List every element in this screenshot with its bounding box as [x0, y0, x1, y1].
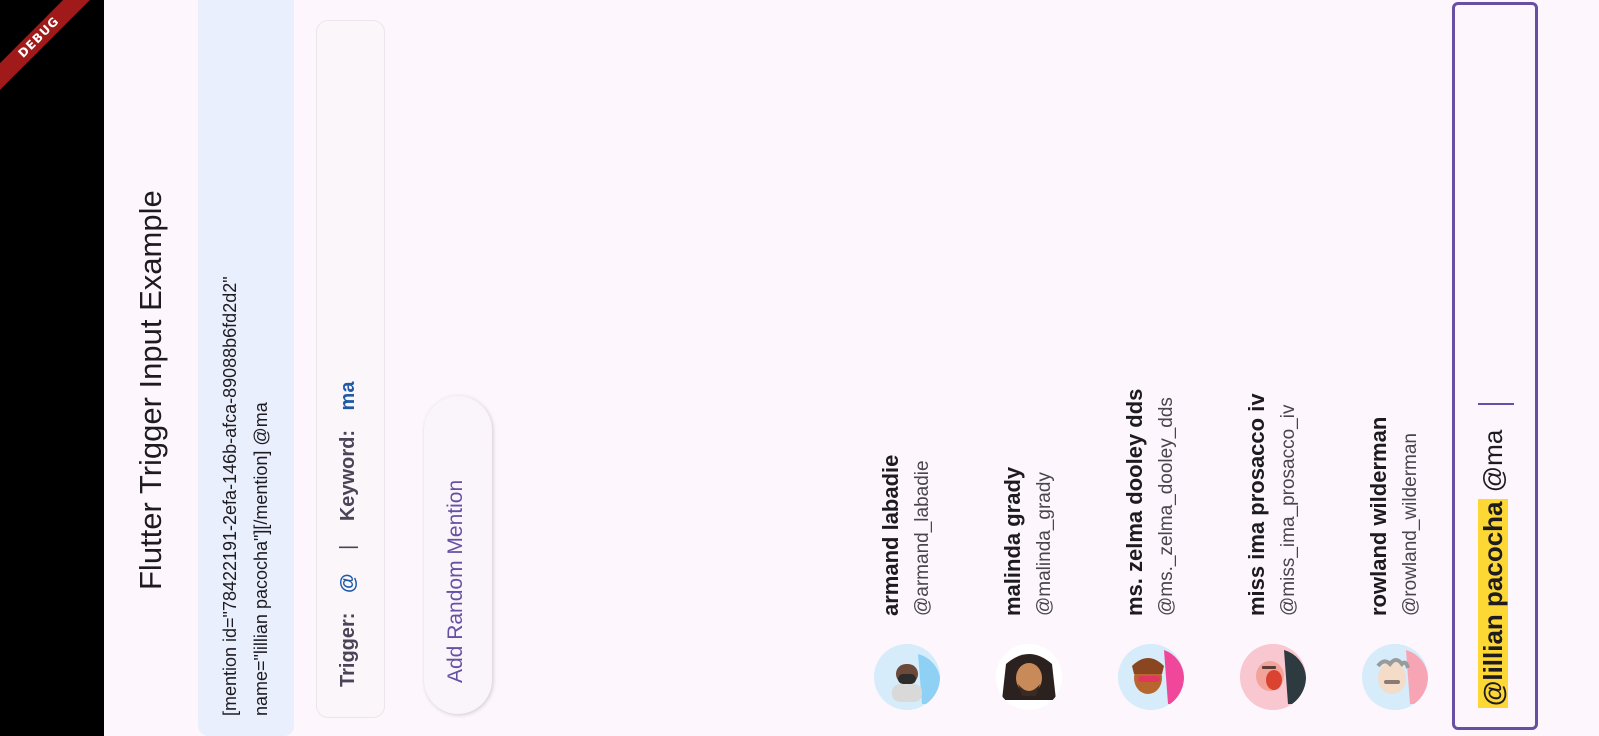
app-title: Flutter Trigger Input Example	[133, 190, 168, 590]
suggestion-name[interactable]: rowland wilderman	[1366, 417, 1392, 616]
trigger-label: Trigger:	[337, 612, 359, 687]
suggestion-avatar-armand	[874, 644, 940, 710]
serialized-text-line1: [mention id="78422191-2efa-146b-afca-890…	[220, 276, 240, 716]
suggestion-handle: @malinda_grady	[1034, 472, 1055, 616]
mention-input-text: @lillian pacocha @ma	[1478, 430, 1509, 708]
suggestion-handle: @miss_ima_prosacco_iv	[1278, 404, 1299, 616]
separator: |	[337, 544, 359, 550]
suggestion-handle: @armand_labadie	[912, 460, 933, 616]
keyword-value: ma	[337, 381, 359, 411]
suggestion-avatar-rowland	[1362, 644, 1428, 710]
suggestion-handle: @rowland_wilderman	[1400, 433, 1421, 616]
keyword-label: Keyword:	[337, 430, 359, 522]
trigger-info-row: Trigger: @ | Keyword: ma	[337, 382, 360, 687]
suggestion-handle: @ms._zelma_dooley_dds	[1156, 397, 1177, 616]
suggestion-name[interactable]: armand labadie	[878, 455, 904, 616]
debug-label: DEBUG	[0, 0, 99, 98]
suggestion-avatar-zelma	[1118, 644, 1184, 710]
text-cursor	[1478, 403, 1514, 405]
suggestion-name[interactable]: malinda grady	[1000, 467, 1026, 616]
mention-chip: @lillian pacocha	[1478, 499, 1508, 708]
serialized-text-card	[198, 0, 294, 736]
suggestion-name[interactable]: ms. zelma dooley dds	[1122, 389, 1148, 616]
serialized-text-line2: name="lillian pacocha"][/mention] @ma	[251, 402, 271, 716]
suggestion-avatar-malinda	[996, 644, 1062, 710]
debug-banner: DEBUG	[0, 0, 104, 104]
add-random-mention-label: Add Random Mention	[444, 479, 467, 683]
typed-text: @ma	[1478, 429, 1508, 493]
suggestion-avatar-ima	[1240, 644, 1306, 710]
suggestion-name[interactable]: miss ima prosacco iv	[1244, 393, 1270, 616]
trigger-value: @	[337, 573, 359, 593]
